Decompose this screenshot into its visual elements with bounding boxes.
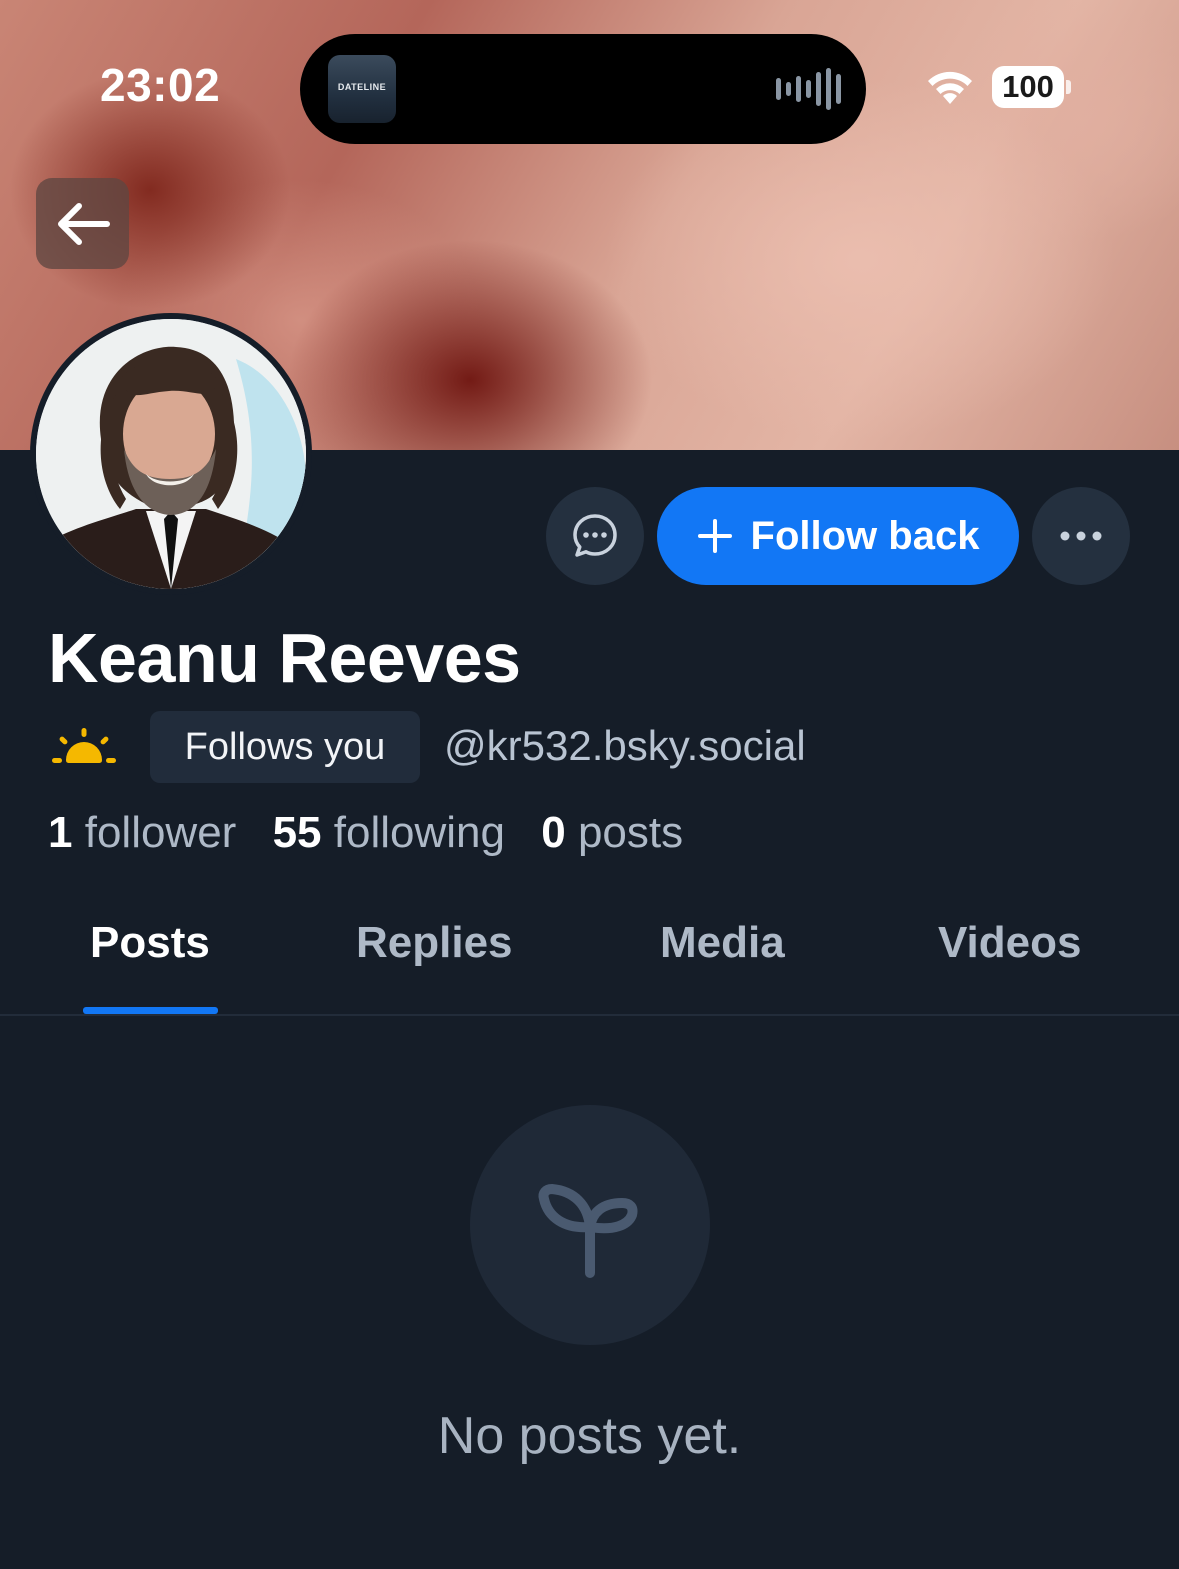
seedling-icon	[538, 1184, 638, 1278]
posts-label: posts	[577, 808, 684, 857]
arrow-left-icon	[57, 202, 110, 245]
tabs-divider	[0, 1014, 1179, 1016]
audio-waveform-icon	[776, 68, 841, 110]
dynamic-island[interactable]: DATELINE	[300, 34, 866, 144]
empty-state-message: No posts yet.	[437, 1407, 742, 1465]
plus-icon	[697, 519, 732, 553]
avatar[interactable]	[30, 313, 312, 595]
message-button[interactable]	[546, 487, 644, 585]
profile-screen: 23:02 DATELINE 100 Follow back Keanu Ree…	[0, 0, 1179, 1569]
followers-label: follower	[84, 808, 237, 857]
tab-posts[interactable]: Posts	[90, 918, 210, 968]
posts-stat: 0 posts	[541, 808, 683, 857]
following-stat[interactable]: 55 following	[273, 808, 505, 857]
chat-bubble-icon	[573, 514, 617, 557]
empty-state-illustration	[470, 1105, 710, 1345]
following-label: following	[333, 808, 505, 857]
posts-count: 0	[541, 808, 566, 857]
tab-replies[interactable]: Replies	[356, 918, 513, 968]
now-playing-label: DATELINE	[337, 82, 387, 92]
ellipsis-icon	[1060, 531, 1102, 541]
back-button[interactable]	[36, 178, 129, 269]
avatar-photo	[36, 319, 306, 589]
wifi-icon	[928, 71, 972, 104]
followers-count: 1	[48, 808, 73, 857]
follows-you-badge: Follows you	[150, 711, 420, 783]
profile-stats: 1 follower 55 following 0 posts	[48, 808, 707, 858]
tab-videos[interactable]: Videos	[938, 918, 1081, 968]
followers-stat[interactable]: 1 follower	[48, 808, 236, 857]
profile-display-name: Keanu Reeves	[48, 619, 521, 697]
more-options-button[interactable]	[1032, 487, 1130, 585]
status-time: 23:02	[100, 59, 221, 111]
profile-handle: @kr532.bsky.social	[444, 722, 806, 769]
following-count: 55	[272, 808, 322, 857]
tab-media[interactable]: Media	[660, 918, 785, 968]
follow-back-button[interactable]: Follow back	[657, 487, 1019, 585]
follow-back-label: Follow back	[750, 513, 980, 558]
now-playing-thumbnail: DATELINE	[328, 55, 396, 123]
active-tab-indicator	[83, 1007, 218, 1014]
avatar-portrait	[36, 319, 306, 589]
battery-nub	[1066, 80, 1071, 94]
sun-icon	[52, 728, 116, 763]
battery-indicator: 100	[992, 66, 1064, 108]
